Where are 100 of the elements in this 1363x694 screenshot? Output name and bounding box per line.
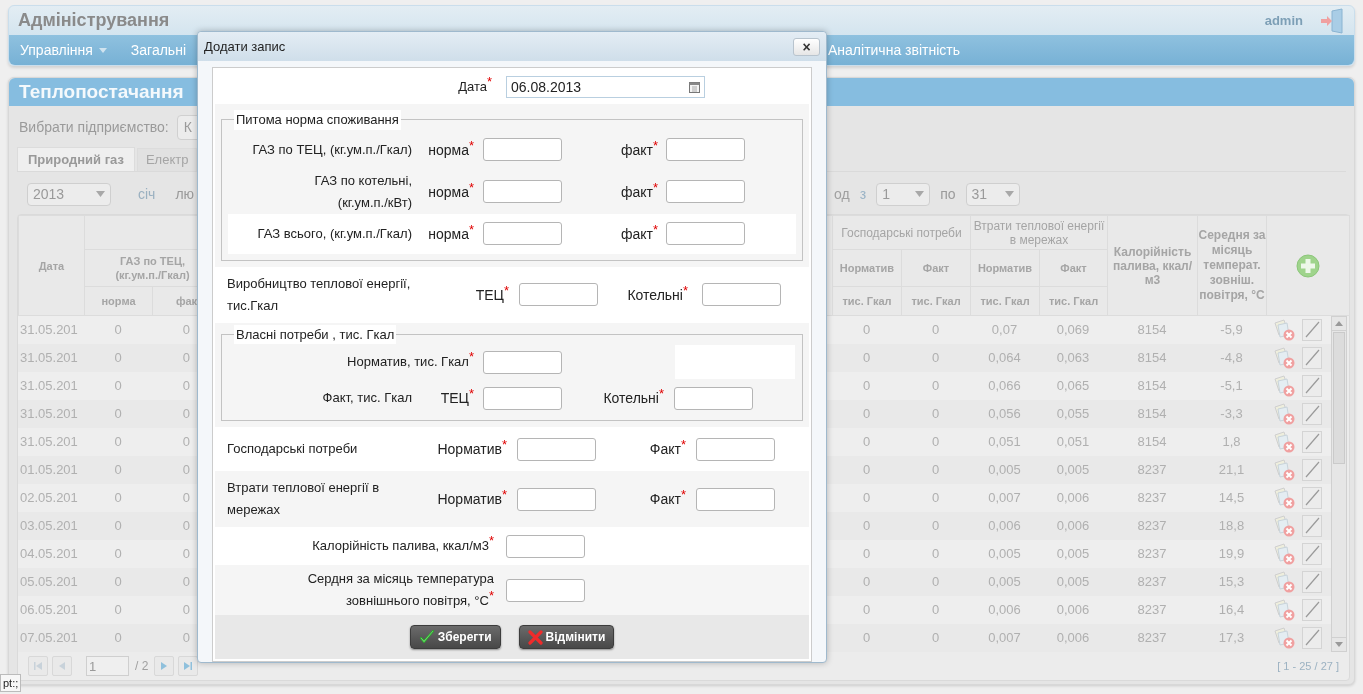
exit-door-icon[interactable] — [1319, 7, 1345, 34]
select-field[interactable]: 2013 — [27, 182, 111, 206]
delete-icon[interactable] — [1272, 543, 1296, 565]
scroll-down-icon[interactable] — [1335, 642, 1343, 647]
edit-icon[interactable] — [1302, 375, 1322, 397]
input-field[interactable] — [483, 350, 562, 374]
input-field[interactable] — [666, 222, 745, 245]
input-field[interactable] — [519, 283, 598, 306]
select-field[interactable]: 31 — [965, 182, 1020, 206]
table-cell: 03.05.201 — [20, 518, 78, 534]
table-cell: 0,006 — [988, 518, 1021, 534]
cancel-button[interactable]: Відмінити — [518, 625, 615, 649]
delete-icon[interactable] — [1272, 319, 1296, 341]
month-link[interactable]: лю — [175, 183, 195, 205]
delete-icon[interactable] — [1272, 599, 1296, 621]
input-field[interactable] — [483, 180, 562, 203]
column-header: ГАЗ по ТЕЦ, (кг.ум.п./Гкал) — [114, 254, 191, 282]
edit-icon[interactable] — [1302, 431, 1322, 453]
calendar-icon[interactable] — [689, 81, 700, 93]
table-cell: 05.05.201 — [20, 574, 78, 590]
delete-icon[interactable] — [1272, 347, 1296, 369]
month-link[interactable]: січ — [138, 183, 156, 205]
column-header: Втрати теплової енергії в мережах — [970, 215, 1108, 250]
delete-icon[interactable] — [1272, 627, 1296, 649]
table-cell: 8237 — [1137, 546, 1167, 562]
field-label: Господарські потреби — [226, 440, 359, 458]
field-label: од — [834, 184, 850, 204]
section-legend: Власні потреби , тис. Гкал — [234, 324, 397, 344]
input-field[interactable] — [517, 487, 596, 511]
edit-icon[interactable] — [1302, 515, 1322, 537]
delete-icon[interactable] — [1272, 403, 1296, 425]
page-input[interactable]: 1 — [86, 656, 129, 676]
input-field[interactable] — [506, 578, 585, 602]
pager-button[interactable] — [154, 656, 175, 676]
record-range: [ 1 - 25 / 27 ] — [1277, 658, 1339, 674]
tab[interactable]: Електр — [136, 148, 198, 171]
table-cell: 0 — [931, 546, 940, 562]
input-field[interactable] — [674, 386, 753, 410]
delete-icon[interactable] — [1272, 515, 1296, 537]
scrollbar[interactable] — [1331, 316, 1347, 652]
table-cell: 8237 — [1137, 630, 1167, 646]
save-button[interactable]: Зберегти — [409, 625, 501, 649]
column-header: Середня за місяць температ. зовніш. повітря, °С — [1197, 215, 1267, 316]
input-field[interactable] — [696, 437, 775, 461]
input-field[interactable] — [483, 138, 562, 161]
table-cell: 8237 — [1137, 518, 1167, 534]
nav-item[interactable]: Аналітична звітність — [828, 39, 960, 61]
delete-icon[interactable] — [1272, 571, 1296, 593]
input-field[interactable] — [666, 180, 745, 203]
edit-icon[interactable] — [1302, 599, 1322, 621]
tab[interactable]: Природний газ — [17, 147, 135, 171]
pager-button[interactable] — [178, 656, 199, 676]
scroll-up-icon[interactable] — [1335, 321, 1343, 326]
table-cell: 0,005 — [1056, 462, 1090, 478]
table-cell: 0,005 — [1056, 574, 1090, 590]
edit-icon[interactable] — [1302, 487, 1322, 509]
delete-icon[interactable] — [1272, 459, 1296, 481]
input-field[interactable] — [702, 283, 781, 306]
nav-item[interactable]: Загальні — [130, 39, 186, 61]
column-header: норма — [84, 286, 153, 316]
table-cell: 0,006 — [1056, 602, 1090, 618]
add-icon[interactable] — [1296, 253, 1320, 278]
delete-icon[interactable] — [1272, 375, 1296, 397]
status-text: pt:; — [0, 674, 22, 692]
input-field[interactable] — [483, 222, 562, 245]
nav-item[interactable]: Управління — [20, 39, 107, 61]
delete-icon[interactable] — [1272, 431, 1296, 453]
delete-icon[interactable] — [1272, 487, 1296, 509]
dialog-title: Додати запис — [204, 37, 286, 56]
select-field[interactable]: 1 — [876, 182, 931, 206]
input-field[interactable] — [506, 534, 585, 558]
edit-icon[interactable] — [1302, 403, 1322, 425]
table-cell: 04.05.201 — [20, 546, 78, 562]
edit-icon[interactable] — [1302, 319, 1322, 341]
input-field[interactable] — [696, 487, 775, 511]
table-cell: 0 — [931, 378, 940, 394]
table-cell: 0 — [114, 462, 122, 478]
user-name: admin — [1264, 11, 1303, 30]
edit-icon[interactable] — [1302, 347, 1322, 369]
edit-icon[interactable] — [1302, 543, 1322, 565]
date-field[interactable]: 06.08.2013 — [506, 76, 705, 98]
table-cell: 0 — [114, 574, 122, 590]
table-cell: 0 — [182, 490, 190, 506]
caret-icon — [98, 47, 107, 53]
table-cell: 31.05.201 — [20, 350, 78, 366]
edit-icon[interactable] — [1302, 627, 1322, 649]
table-cell: 0,069 — [1056, 322, 1090, 338]
edit-icon[interactable] — [1302, 459, 1322, 481]
table-cell: 0 — [114, 434, 122, 450]
table-cell: 0,005 — [988, 574, 1021, 590]
input-field[interactable] — [666, 138, 745, 161]
close-button[interactable]: × — [793, 37, 820, 56]
input-field[interactable] — [483, 386, 562, 410]
table-cell: 0,07 — [991, 322, 1018, 338]
input-field[interactable] — [517, 437, 596, 461]
column-header: тис. Гкал — [1039, 286, 1108, 316]
column-header: тис. Гкал — [970, 286, 1040, 316]
column-header: Норматив — [832, 249, 902, 287]
edit-icon[interactable] — [1302, 571, 1322, 593]
column-header: Факт — [901, 249, 971, 287]
